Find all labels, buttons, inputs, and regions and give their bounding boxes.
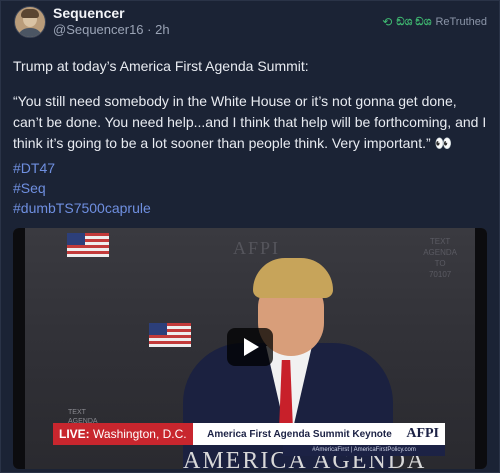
author-name[interactable]: Sequencer — [53, 5, 125, 21]
play-icon — [244, 338, 259, 356]
retruthed-indicator: ⟲ ඞශ ඞශ ReTruthed — [382, 15, 487, 29]
post-quote: “You still need somebody in the White Ho… — [13, 93, 487, 151]
time-separator: · — [143, 22, 156, 37]
hashtag-link[interactable]: #dumbTS7500caprule — [13, 198, 151, 218]
retruth-tag: ඞශ ඞශ — [396, 15, 432, 28]
afpi-logo: AFPI — [406, 426, 439, 441]
us-flag-image — [149, 323, 191, 347]
post-time[interactable]: 2h — [155, 22, 169, 37]
retruthed-label: ReTruthed — [435, 16, 487, 28]
retruth-icon: ⟲ — [382, 15, 393, 29]
live-badge: LIVE: Washington, D.C. — [53, 423, 193, 445]
lower-third-banner: LIVE: Washington, D.C. America First Age… — [53, 423, 445, 445]
author-handle[interactable]: @Sequencer16 — [53, 22, 144, 37]
hashtag-link[interactable]: #Seq — [13, 178, 151, 198]
hashtag-link[interactable]: #DT47 — [13, 158, 151, 178]
us-flag-image — [67, 233, 109, 257]
play-button[interactable] — [227, 328, 273, 366]
post-card: Sequencer @Sequencer16 · 2h ⟲ ඞශ ඞශ ReTr… — [0, 0, 500, 473]
video-letterbox-right — [475, 228, 487, 469]
hashtag-list: #DT47 #Seq #dumbTS7500caprule — [13, 158, 151, 218]
video-headline: America First Agenda Summit Keynote — [207, 428, 392, 440]
author-handle-and-time: @Sequencer16 · 2h — [53, 22, 170, 37]
background-logo: AFPI — [233, 238, 281, 258]
video-embed[interactable]: AFPI TEXT AGENDA TO 70107 TEXT AGENDA AM… — [13, 228, 487, 469]
avatar[interactable] — [14, 6, 46, 38]
video-sub-strip: #AmericaFirst | AmericaFirstPolicy.com — [283, 445, 445, 456]
post-body: Trump at today’s America First Agenda Su… — [13, 56, 487, 154]
post-intro: Trump at today’s America First Agenda Su… — [13, 58, 309, 74]
background-text-sign: TEXT AGENDA TO 70107 — [423, 237, 457, 279]
video-letterbox-left — [13, 228, 25, 469]
